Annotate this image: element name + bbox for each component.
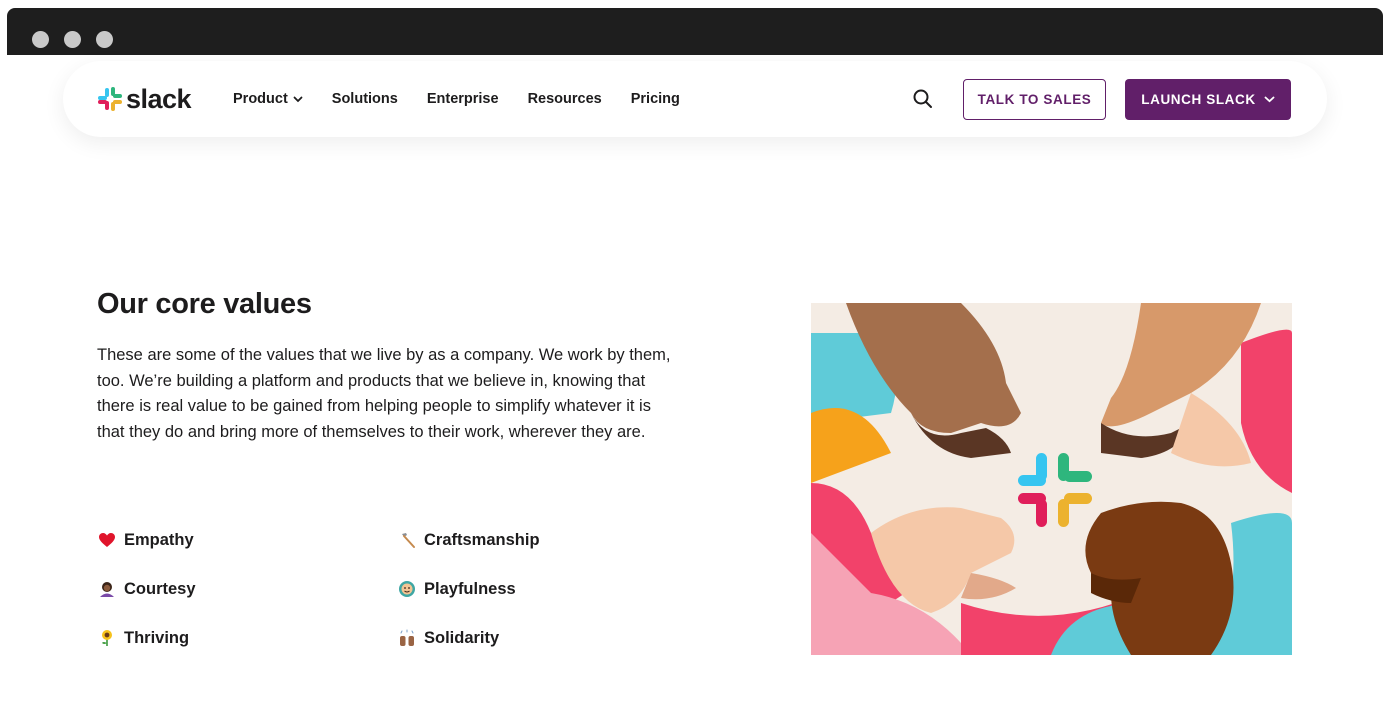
browser-title-bar <box>7 8 1383 55</box>
face-icon <box>397 579 417 599</box>
launch-slack-button[interactable]: LAUNCH SLACK <box>1125 79 1291 120</box>
launch-slack-label: LAUNCH SLACK <box>1141 92 1256 107</box>
value-label: Thriving <box>124 628 190 647</box>
hammer-icon <box>397 530 417 550</box>
value-playfulness: Playfulness <box>397 579 516 599</box>
page-content: slack Product Solutions Enterprise Resou… <box>7 55 1383 704</box>
nav-enterprise-label: Enterprise <box>426 91 499 107</box>
value-label: Playfulness <box>424 579 516 598</box>
window-minimize-dot[interactable] <box>64 31 81 48</box>
chevron-down-icon <box>1264 96 1275 103</box>
chevron-down-icon <box>293 96 303 102</box>
search-button[interactable] <box>911 87 935 111</box>
heart-icon <box>97 530 117 550</box>
hands-with-slack-logo-image <box>811 303 1292 655</box>
nav-resources[interactable]: Resources <box>528 90 602 108</box>
nav-solutions-label: Solutions <box>331 91 398 107</box>
nav-solutions[interactable]: Solutions <box>332 90 398 108</box>
talk-to-sales-button[interactable]: TALK TO SALES <box>963 79 1106 120</box>
nav-enterprise[interactable]: Enterprise <box>427 90 499 108</box>
slack-logo[interactable]: slack <box>97 84 192 114</box>
sunflower-icon <box>97 628 117 648</box>
value-craftsmanship: Craftsmanship <box>397 530 540 550</box>
value-empathy: Empathy <box>97 530 194 550</box>
section-title: Our core values <box>97 288 312 320</box>
value-label: Empathy <box>124 530 194 549</box>
nav-product-label: Product <box>233 91 288 107</box>
search-icon <box>913 89 932 108</box>
slack-hash-icon <box>98 87 122 111</box>
value-label: Craftsmanship <box>424 530 540 549</box>
nav-resources-label: Resources <box>527 91 602 107</box>
person-bowing-icon <box>97 579 117 599</box>
top-navigation: slack Product Solutions Enterprise Resou… <box>63 61 1327 137</box>
value-label: Courtesy <box>124 579 196 598</box>
hands-illustration <box>811 303 1292 655</box>
nav-pricing[interactable]: Pricing <box>631 90 680 108</box>
nav-product[interactable]: Product <box>233 90 303 108</box>
section-description: These are some of the values that we liv… <box>97 346 671 441</box>
window-maximize-dot[interactable] <box>96 31 113 48</box>
raised-hands-icon <box>397 628 417 648</box>
value-solidarity: Solidarity <box>397 628 499 648</box>
value-thriving: Thriving <box>97 628 189 648</box>
talk-to-sales-label: TALK TO SALES <box>977 92 1092 107</box>
nav-pricing-label: Pricing <box>630 91 680 107</box>
value-courtesy: Courtesy <box>97 579 196 599</box>
nav-links: Product Solutions Enterprise Resources P… <box>233 90 709 108</box>
window-close-dot[interactable] <box>32 31 49 48</box>
brand-name: slack <box>126 84 192 114</box>
value-label: Solidarity <box>424 628 500 647</box>
